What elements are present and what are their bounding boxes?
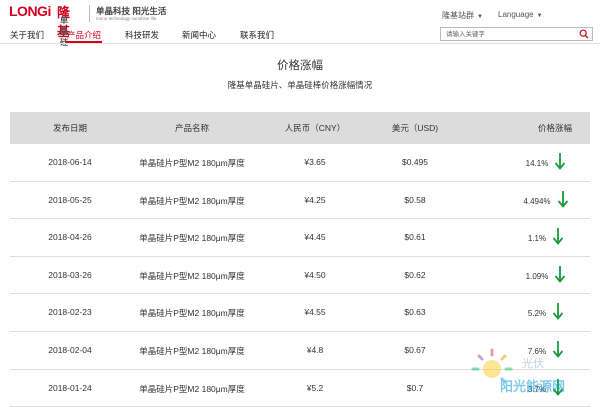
cell-product: 单晶硅片P型M2 180μm厚度 (139, 383, 245, 394)
cell-cny: ¥4.8 (306, 344, 324, 355)
watermark-text-top: 光伏 (522, 356, 544, 370)
cell-cny: ¥3.65 (304, 157, 326, 167)
table-header: 发布日期 产品名称 人民币（CNY） 美元（USD) 价格涨幅 (10, 112, 590, 144)
cell-change: 5.2% (527, 309, 547, 319)
sites-dropdown[interactable]: 隆基站群 ▼ (442, 10, 483, 21)
cell-usd: $0.495 (402, 157, 428, 167)
page-subtitle: 隆基单晶硅片、单晶硅棒价格涨幅情况 (227, 80, 373, 90)
cell-product: 单晶硅片P型M2 180μm厚度 (139, 345, 245, 356)
table-row: 2018-06-14 单晶硅片P型M2 180μm厚度 ¥3.65 $0.495… (10, 144, 590, 182)
caret-down-icon: ▼ (536, 13, 543, 19)
cell-cny: ¥5.2 (306, 382, 324, 393)
search-icon[interactable] (579, 29, 589, 39)
down-arrow-icon (555, 265, 566, 283)
nav-item-research[interactable]: 科技研发 (125, 29, 159, 41)
cell-usd: $0.58 (404, 194, 426, 205)
language-dropdown[interactable]: Language ▼ (498, 10, 543, 19)
cell-usd: $0.67 (404, 344, 426, 355)
header-cny: 人民币（CNY） (284, 123, 346, 133)
nav-item-contact[interactable]: 联系我们 (240, 29, 274, 41)
cell-usd: $0.63 (404, 307, 426, 318)
cell-change: 1.09% (525, 271, 549, 281)
cell-change: 4.494% (523, 196, 551, 206)
page-title: 价格涨幅 (277, 60, 323, 72)
table-row: 2018-03-26 单晶硅片P型M2 180μm厚度 ¥4.50 $0.62 … (10, 257, 590, 295)
active-nav-indicator (66, 41, 102, 43)
cell-usd: $0.62 (404, 269, 426, 280)
cell-change: 14.1% (525, 159, 549, 168)
watermark-text: 阳光能源网 (500, 379, 565, 394)
watermark-logo: 光伏 阳光能源网 (471, 348, 565, 394)
down-arrow-icon (552, 303, 564, 321)
cell-cny: ¥4.55 (304, 307, 326, 318)
search-box[interactable] (440, 27, 593, 41)
table-row: 2018-05-25 单晶硅片P型M2 180μm厚度 ¥4.25 $0.58 … (10, 182, 590, 220)
cell-cny: ¥4.25 (304, 194, 326, 205)
cell-usd: $0.7 (406, 382, 424, 393)
down-arrow-icon (552, 228, 564, 246)
cell-product: 单晶硅片P型M2 180μm厚度 (139, 195, 245, 206)
nav-item-news[interactable]: 新闻中心 (182, 29, 216, 41)
logo-latin: LONGi (9, 3, 51, 19)
cell-cny: ¥4.45 (304, 232, 326, 243)
search-input[interactable] (446, 29, 571, 39)
header-usd: 美元（USD) (391, 123, 439, 133)
cell-product: 单晶硅片P型M2 180μm厚度 (139, 308, 245, 319)
table-row: 2018-04-26 单晶硅片P型M2 180μm厚度 ¥4.45 $0.61 … (10, 219, 590, 257)
nav-item-about[interactable]: 关于我们 (10, 29, 44, 41)
down-arrow-icon (557, 190, 568, 208)
cell-usd: $0.61 (404, 232, 426, 243)
down-arrow-icon (555, 153, 566, 170)
cell-change: 1.1% (527, 234, 547, 244)
sun-icon (471, 348, 513, 384)
brand-slogan-en: mono technology sunshine life (96, 16, 157, 21)
cell-product: 单晶硅片P型M2 180μm厚度 (139, 233, 245, 244)
cell-cny: ¥4.50 (304, 269, 326, 280)
top-bar: LONGi 隆基 单晶硅 单晶科技 阳光生活 mono technology s… (0, 0, 600, 47)
language-label: Language (498, 10, 534, 19)
cell-product: 单晶硅片P型M2 180μm厚度 (139, 158, 245, 168)
cell-product: 单晶硅片P型M2 180μm厚度 (139, 270, 245, 281)
table-row: 2018-02-23 单晶硅片P型M2 180μm厚度 ¥4.55 $0.63 … (10, 294, 590, 332)
logo-divider (89, 5, 90, 22)
header-product: 产品名称 (174, 123, 209, 133)
header-change: 价格涨幅 (537, 123, 572, 133)
nav-item-products[interactable]: 产品介绍 (67, 29, 101, 41)
caret-down-icon: ▼ (477, 14, 483, 20)
sites-label: 隆基站群 (442, 11, 474, 20)
